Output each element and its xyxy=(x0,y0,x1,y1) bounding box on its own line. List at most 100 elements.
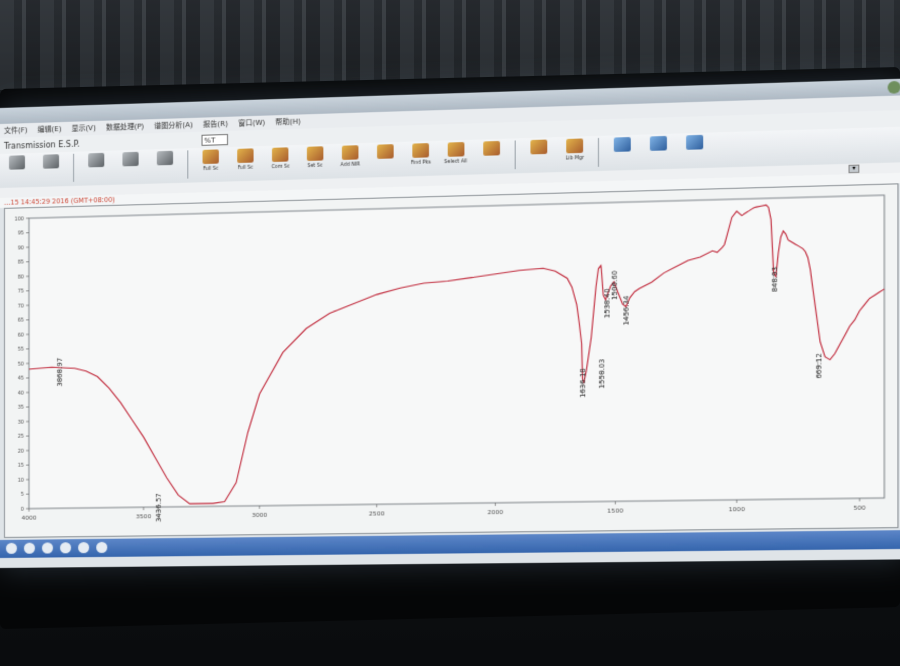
nir-icon xyxy=(342,145,359,160)
toolbar-button[interactable] xyxy=(476,139,507,173)
y-tick-label: 30 xyxy=(18,420,24,426)
toolbar-button[interactable] xyxy=(150,149,180,182)
toolbar-button[interactable] xyxy=(115,150,145,183)
peak-label: 669.12 xyxy=(815,353,824,379)
toolbar-button[interactable] xyxy=(2,153,32,186)
x-tick-label: 2000 xyxy=(487,509,503,516)
toolbar-button[interactable]: Full Sc xyxy=(230,146,261,179)
toolbar-button-label: Set Sc xyxy=(307,163,322,169)
y-tick-label: 10 xyxy=(18,478,24,484)
library-search-icon xyxy=(614,137,631,152)
toolbar-separator xyxy=(73,154,74,182)
y-tick-label: 75 xyxy=(18,289,24,295)
arrow-icon xyxy=(43,154,59,169)
toolbar-button[interactable]: Full Sc xyxy=(195,147,226,180)
window-control-icon[interactable] xyxy=(888,81,900,94)
taskbar-app-icon[interactable] xyxy=(42,542,53,553)
toolbar-separator xyxy=(515,140,516,169)
library-icon xyxy=(566,138,583,153)
set-scale-icon xyxy=(307,146,323,161)
library-search-icon xyxy=(650,136,667,151)
toolbar-button[interactable]: Lib Mgr xyxy=(559,136,591,170)
monitor-screen: 文件(F) 编辑(E) 显示(V) 数据处理(P) 谱图分析(A) 报告(R) 窗口(W) 帮… xyxy=(0,79,900,568)
toolbar-button[interactable]: Select All xyxy=(440,140,471,174)
dropdown-arrow-icon[interactable]: ▾ xyxy=(849,165,860,174)
x-tick-label: 2500 xyxy=(369,510,385,517)
menu-item[interactable]: 报告(R) xyxy=(203,119,228,130)
x-tick-label: 1000 xyxy=(729,506,746,513)
toolbar-button-label: Full Sc xyxy=(203,166,219,172)
y-tick-label: 25 xyxy=(18,434,24,440)
photo-background: 文件(F) 编辑(E) 显示(V) 数据处理(P) 谱图分析(A) 报告(R) 窗口(W) 帮… xyxy=(0,0,900,666)
toolbar-button-label: Lib Mgr xyxy=(565,155,584,161)
y-tick-label: 85 xyxy=(18,260,24,266)
menu-item[interactable]: 文件(F) xyxy=(4,125,27,136)
taskbar-app-icon[interactable] xyxy=(60,542,71,553)
toolbar-button-label: Select All xyxy=(445,158,468,165)
taskbar-app-icon[interactable] xyxy=(78,542,89,553)
toolbar-button-label: Full Sc xyxy=(238,165,254,171)
y-tick-label: 100 xyxy=(14,216,24,222)
menu-item[interactable]: 帮助(H) xyxy=(275,116,300,127)
y-tick-label: 0 xyxy=(21,507,24,513)
y-tick-label: 20 xyxy=(18,449,24,455)
menu-item[interactable]: 编辑(E) xyxy=(37,124,61,135)
menu-item[interactable]: 数据处理(P) xyxy=(106,121,144,132)
y-tick-label: 55 xyxy=(18,347,24,353)
ir-spectrum-chart: 1009590858075706560555045403530252015105… xyxy=(5,184,897,537)
toolbar-button[interactable] xyxy=(370,142,401,176)
y-tick-label: 65 xyxy=(18,318,24,324)
y-tick-label: 35 xyxy=(18,405,24,411)
peak-label: 1506.60 xyxy=(611,270,619,300)
menu-item[interactable]: 窗口(W) xyxy=(238,118,265,129)
peak-icon xyxy=(377,144,394,159)
full-scale-icon xyxy=(203,149,219,164)
peak-label: 1636.18 xyxy=(579,368,587,398)
toolbar-button[interactable] xyxy=(642,134,674,168)
y-tick-label: 95 xyxy=(18,231,24,237)
print-icon xyxy=(157,151,173,166)
toolbar-button[interactable] xyxy=(679,133,711,167)
unit-select[interactable]: %T xyxy=(201,133,227,145)
open-icon xyxy=(88,153,104,168)
toolbar-button[interactable]: Com Sc xyxy=(265,145,296,178)
peak-label: 848.93 xyxy=(770,267,779,293)
x-tick-label: 3500 xyxy=(136,513,152,520)
taskbar-app-icon[interactable] xyxy=(96,542,107,553)
peak-label: 3436.57 xyxy=(155,493,163,522)
toolbar-button[interactable]: Add NIR xyxy=(335,143,366,176)
spectrum-plot-area[interactable]: 100 95 90 85 80 75 70 65 60 55 50 45 40 35 30 25 20 15 10 5… xyxy=(4,183,898,538)
select-all-icon xyxy=(448,142,465,157)
report-icon xyxy=(483,141,500,156)
y-tick-label: 90 xyxy=(18,245,24,251)
zoom-icon xyxy=(530,140,547,155)
y-tick-label: 45 xyxy=(18,376,24,382)
toolbar-button[interactable] xyxy=(81,151,111,184)
y-tick-label: 70 xyxy=(18,303,24,309)
toolbar-separator xyxy=(187,150,188,178)
taskbar-app-icon[interactable] xyxy=(24,543,35,554)
y-tick-label: 40 xyxy=(18,391,24,397)
peak-label: 1558.03 xyxy=(598,359,606,389)
toolbar-button[interactable] xyxy=(36,152,66,185)
library-search-icon xyxy=(686,135,703,150)
toolbar-button[interactable]: Set Sc xyxy=(300,144,331,177)
toolbar-button[interactable]: Find Pks xyxy=(405,141,436,175)
menu-item[interactable]: 显示(V) xyxy=(71,123,95,134)
x-tick-label: 500 xyxy=(853,504,866,511)
peak-label: 3868.97 xyxy=(56,358,64,387)
toolbar-button-label: Find Pks xyxy=(411,160,431,166)
x-tick-label: 3000 xyxy=(252,512,268,519)
toolbar-button[interactable] xyxy=(606,135,638,169)
save-icon xyxy=(122,152,138,167)
y-tick-label: 50 xyxy=(18,362,24,368)
start-button-icon[interactable] xyxy=(6,543,17,554)
toolbar-button-label: Add NIR xyxy=(340,162,360,168)
toolbar-button[interactable] xyxy=(523,137,555,171)
y-tick-label: 5 xyxy=(21,492,24,498)
window-title: Transmission E.S.P. xyxy=(4,139,80,150)
common-scale-icon xyxy=(272,147,288,162)
x-tick-label: 4000 xyxy=(21,515,36,522)
toolbar-separator xyxy=(598,138,599,167)
menu-item[interactable]: 谱图分析(A) xyxy=(154,120,193,131)
